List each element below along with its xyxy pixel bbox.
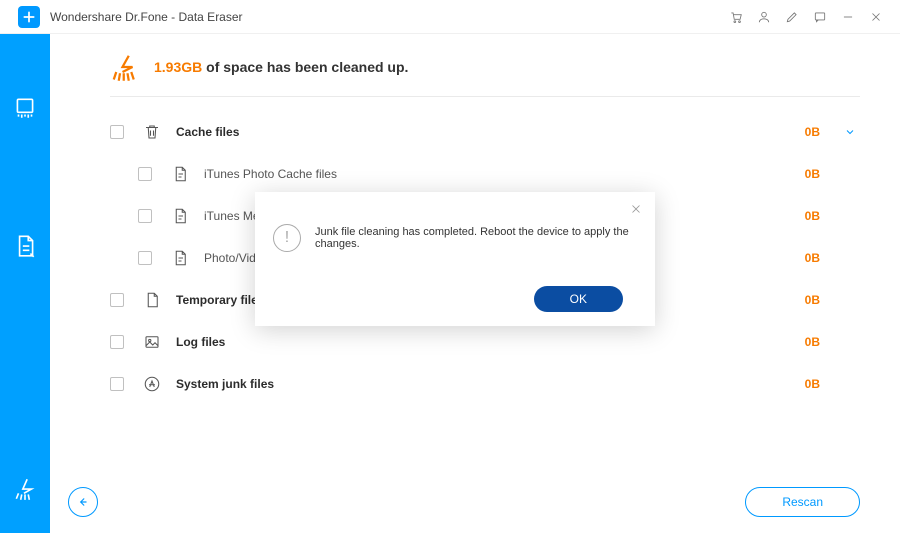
dialog-ok-button[interactable]: OK <box>534 286 623 312</box>
appstore-icon <box>142 374 162 394</box>
file-icon <box>170 248 190 268</box>
dialog-message: Junk file cleaning has completed. Reboot… <box>315 226 637 250</box>
close-button[interactable] <box>862 3 890 31</box>
completion-dialog: ! Junk file cleaning has completed. Rebo… <box>255 192 655 326</box>
summary-text: 1.93GB of space has been cleaned up. <box>154 59 408 75</box>
item-itunes-photo-cache[interactable]: iTunes Photo Cache files 0B <box>110 153 860 195</box>
checkbox[interactable] <box>138 251 152 265</box>
file-icon <box>170 206 190 226</box>
category-label: Log files <box>176 335 780 349</box>
sidebar <box>0 34 50 533</box>
size-value: 0B <box>780 209 820 223</box>
broom-icon <box>110 52 140 82</box>
back-button[interactable] <box>68 487 98 517</box>
category-label: Cache files <box>176 125 780 139</box>
dialog-close-button[interactable] <box>629 202 643 221</box>
account-icon[interactable] <box>750 3 778 31</box>
checkbox[interactable] <box>110 377 124 391</box>
sidebar-document-icon[interactable] <box>11 232 39 260</box>
size-value: 0B <box>780 293 820 307</box>
cleaned-amount: 1.93GB <box>154 59 202 75</box>
category-log-files[interactable]: Log files 0B <box>110 321 860 363</box>
footer: Rescan <box>68 487 860 517</box>
checkbox[interactable] <box>110 293 124 307</box>
category-cache-files[interactable]: Cache files 0B <box>110 111 860 153</box>
size-value: 0B <box>780 167 820 181</box>
chevron-down-icon[interactable] <box>840 126 860 138</box>
size-value: 0B <box>780 377 820 391</box>
edit-icon[interactable] <box>778 3 806 31</box>
page-icon <box>142 290 162 310</box>
file-icon <box>170 164 190 184</box>
checkbox[interactable] <box>110 335 124 349</box>
feedback-icon[interactable] <box>806 3 834 31</box>
cart-icon[interactable] <box>722 3 750 31</box>
app-logo <box>18 6 40 28</box>
category-label: System junk files <box>176 377 780 391</box>
cleaned-suffix: of space has been cleaned up. <box>202 59 408 75</box>
minimize-button[interactable] <box>834 3 862 31</box>
sidebar-clean-icon[interactable] <box>11 475 39 503</box>
summary-row: 1.93GB of space has been cleaned up. <box>110 52 860 97</box>
size-value: 0B <box>780 125 820 139</box>
trash-icon <box>142 122 162 142</box>
sidebar-erase-icon[interactable] <box>11 94 39 122</box>
title-bar: Wondershare Dr.Fone - Data Eraser <box>0 0 900 34</box>
checkbox[interactable] <box>110 125 124 139</box>
window-title: Wondershare Dr.Fone - Data Eraser <box>50 10 722 24</box>
item-label: iTunes Photo Cache files <box>204 167 780 181</box>
size-value: 0B <box>780 251 820 265</box>
checkbox[interactable] <box>138 209 152 223</box>
info-icon: ! <box>273 224 301 252</box>
checkbox[interactable] <box>138 167 152 181</box>
size-value: 0B <box>780 335 820 349</box>
image-icon <box>142 332 162 352</box>
category-system-junk[interactable]: System junk files 0B <box>110 363 860 405</box>
rescan-button[interactable]: Rescan <box>745 487 860 517</box>
